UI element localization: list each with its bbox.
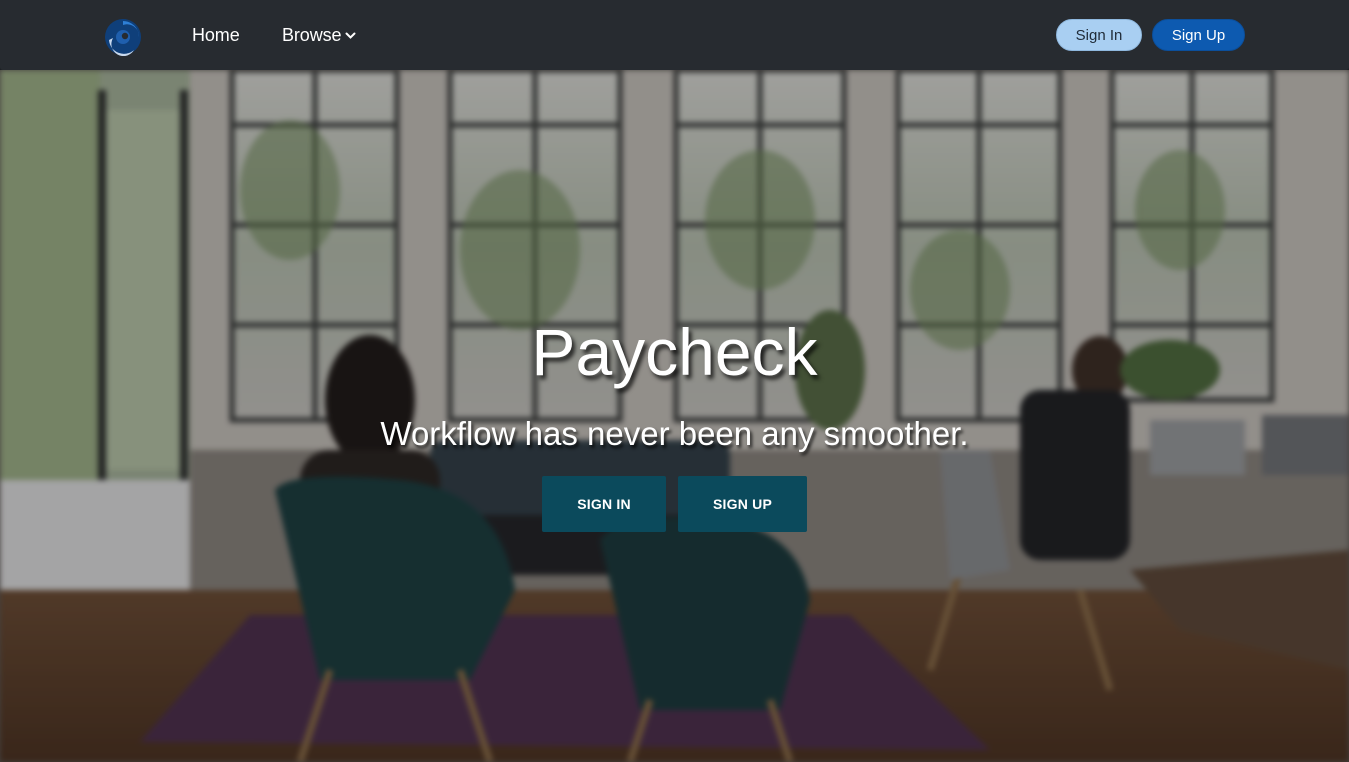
hero-subtitle: Workflow has never been any smoother. (380, 415, 969, 452)
signin-button[interactable]: Sign In (1056, 19, 1142, 51)
nav-browse-label: Browse (282, 25, 342, 45)
top-navbar: Home Browse Sign In Sign Up (0, 0, 1349, 70)
nav-browse-dropdown[interactable]: Browse (282, 24, 356, 46)
nav-home-link[interactable]: Home (192, 24, 240, 46)
chevron-down-icon (345, 32, 356, 39)
hero-section: Paycheck Workflow has never been any smo… (0, 70, 1349, 762)
hero-signin-button[interactable]: SIGN IN (542, 476, 666, 532)
hero-signup-button[interactable]: SIGN UP (678, 476, 807, 532)
hero-title: Paycheck (531, 315, 818, 389)
swirl-logo-icon[interactable] (104, 18, 142, 56)
signup-button[interactable]: Sign Up (1152, 19, 1245, 51)
